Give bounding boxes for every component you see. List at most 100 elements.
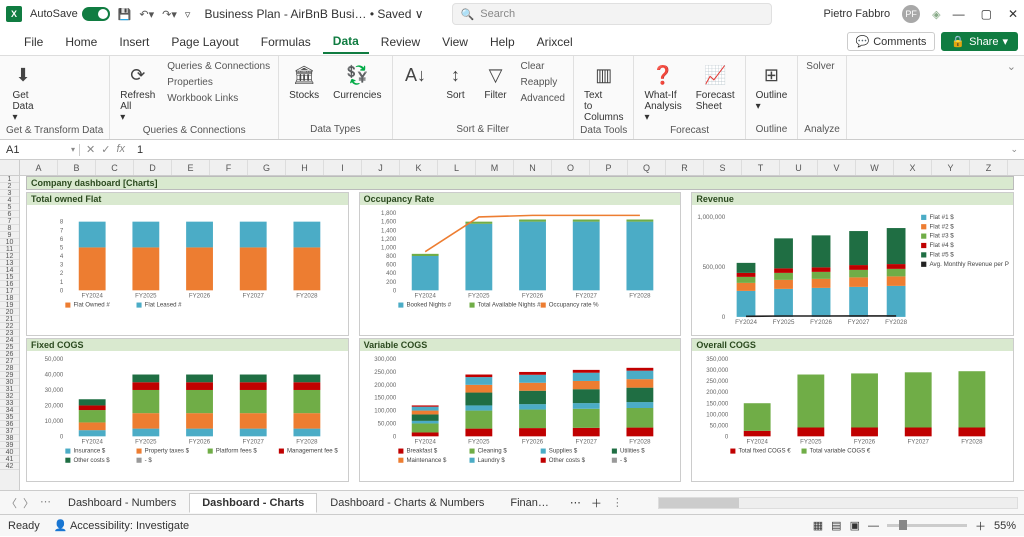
col-header[interactable]: K (400, 160, 438, 175)
zoom-slider[interactable] (887, 524, 967, 527)
zoom-level[interactable]: 55% (994, 520, 1016, 532)
row-header[interactable]: 42 (0, 463, 19, 470)
redo-icon[interactable]: ↷▾ (162, 8, 177, 21)
ribbon-reapply[interactable]: Reapply (519, 76, 567, 89)
row-header[interactable]: 27 (0, 358, 19, 365)
row-header[interactable]: 15 (0, 274, 19, 281)
tab-page-layout[interactable]: Page Layout (161, 31, 248, 53)
ribbon-what-if-analysis-[interactable]: ❓What-IfAnalysis▾ (640, 60, 685, 125)
undo-icon[interactable]: ↶▾ (139, 8, 154, 21)
ribbon-outline-[interactable]: ⊞Outline▾ (752, 60, 792, 114)
more-tabs-icon[interactable]: ⋯ (570, 496, 581, 509)
row-header[interactable]: 10 (0, 239, 19, 246)
prev-sheet-icon[interactable]: 〈 (6, 495, 17, 511)
comments-button[interactable]: 💬 Comments (847, 32, 936, 51)
tab-home[interactable]: Home (55, 31, 107, 53)
ribbon-currencies[interactable]: 💱Currencies (329, 60, 385, 103)
row-header[interactable]: 9 (0, 232, 19, 239)
ribbon-get-data-[interactable]: ⬇GetData▾ (6, 60, 40, 125)
cancel-fx-icon[interactable]: ✕ (86, 143, 95, 156)
maximize-icon[interactable]: ▢ (981, 7, 992, 21)
view-layout-icon[interactable]: ▤ (831, 519, 841, 532)
col-header[interactable]: Z (970, 160, 1008, 175)
tab-help[interactable]: Help (480, 31, 525, 53)
col-header[interactable]: F (210, 160, 248, 175)
tab-formulas[interactable]: Formulas (251, 31, 321, 53)
ribbon-forecast-sheet[interactable]: 📈ForecastSheet (692, 60, 739, 114)
row-header[interactable]: 36 (0, 421, 19, 428)
row-header[interactable]: 33 (0, 400, 19, 407)
row-header[interactable]: 14 (0, 267, 19, 274)
fx-icon[interactable]: fx (116, 143, 125, 156)
sheet-tab[interactable]: Finan… (497, 493, 562, 513)
view-normal-icon[interactable]: ▦ (813, 519, 823, 532)
sheet-tab[interactable]: Dashboard - Charts (189, 493, 317, 513)
col-header[interactable]: D (134, 160, 172, 175)
col-header[interactable]: R (666, 160, 704, 175)
row-header[interactable]: 38 (0, 435, 19, 442)
col-header[interactable]: T (742, 160, 780, 175)
ribbon-text-to-columns[interactable]: ▥TexttoColumns (580, 60, 627, 125)
row-header[interactable]: 39 (0, 442, 19, 449)
row-header[interactable]: 11 (0, 246, 19, 253)
col-header[interactable]: X (894, 160, 932, 175)
row-header[interactable]: 23 (0, 330, 19, 337)
worksheet[interactable]: 1234567891011121314151617181920212223242… (0, 160, 1024, 490)
tab-arixcel[interactable]: Arixcel (527, 31, 583, 53)
row-header[interactable]: 32 (0, 393, 19, 400)
row-header[interactable]: 30 (0, 379, 19, 386)
ribbon-stocks[interactable]: 🏛Stocks (285, 60, 323, 103)
col-header[interactable]: C (96, 160, 134, 175)
row-header[interactable]: 5 (0, 204, 19, 211)
col-header[interactable]: Y (932, 160, 970, 175)
col-header[interactable]: H (286, 160, 324, 175)
ribbon-workbook-links[interactable]: Workbook Links (165, 92, 272, 105)
ribbon-advanced[interactable]: Advanced (519, 92, 567, 105)
row-header[interactable]: 1 (0, 176, 19, 183)
tab-review[interactable]: Review (371, 31, 430, 53)
search-box[interactable]: 🔍 Search (452, 3, 772, 25)
name-box[interactable]: A1▾ (0, 144, 80, 156)
col-header[interactable]: Q (628, 160, 666, 175)
row-header[interactable]: 7 (0, 218, 19, 225)
col-header[interactable]: B (58, 160, 96, 175)
sheet-tab[interactable]: Dashboard - Numbers (55, 493, 189, 513)
row-header[interactable]: 40 (0, 449, 19, 456)
tab-insert[interactable]: Insert (109, 31, 159, 53)
row-header[interactable]: 2 (0, 183, 19, 190)
ribbon-solver[interactable]: Solver (804, 60, 836, 73)
tab-view[interactable]: View (432, 31, 478, 53)
col-header[interactable]: O (552, 160, 590, 175)
select-all[interactable] (0, 160, 19, 176)
row-header[interactable]: 35 (0, 414, 19, 421)
col-header[interactable]: E (172, 160, 210, 175)
col-header[interactable]: S (704, 160, 742, 175)
col-header[interactable]: N (514, 160, 552, 175)
row-header[interactable]: 37 (0, 428, 19, 435)
col-header[interactable]: G (248, 160, 286, 175)
row-header[interactable]: 13 (0, 260, 19, 267)
hscroll[interactable] (658, 497, 1018, 509)
col-header[interactable]: V (818, 160, 856, 175)
row-header[interactable]: 24 (0, 337, 19, 344)
file-name[interactable]: Business Plan - AirBnB Busi… • Saved ∨ (204, 7, 423, 21)
row-header[interactable]: 19 (0, 302, 19, 309)
ribbon-refresh-all-[interactable]: ⟳RefreshAll▾ (116, 60, 159, 125)
sheet-tab[interactable]: Dashboard - Charts & Numbers (317, 493, 497, 513)
close-icon[interactable]: ✕ (1008, 7, 1018, 21)
enter-fx-icon[interactable]: ✓ (101, 143, 110, 156)
row-header[interactable]: 8 (0, 225, 19, 232)
diamond-icon[interactable]: ◈ (932, 8, 940, 21)
save-icon[interactable]: 💾 (118, 8, 132, 21)
expand-formula-icon[interactable]: ⌄ (1010, 144, 1024, 155)
col-header[interactable]: J (362, 160, 400, 175)
qat-more-icon[interactable]: ▿ (185, 8, 191, 21)
col-header[interactable]: W (856, 160, 894, 175)
tab-file[interactable]: File (14, 31, 53, 53)
row-header[interactable]: 21 (0, 316, 19, 323)
status-accessibility[interactable]: 👤 Accessibility: Investigate (54, 519, 189, 532)
col-header[interactable]: I (324, 160, 362, 175)
row-header[interactable]: 29 (0, 372, 19, 379)
row-header[interactable]: 17 (0, 288, 19, 295)
col-header[interactable]: L (438, 160, 476, 175)
